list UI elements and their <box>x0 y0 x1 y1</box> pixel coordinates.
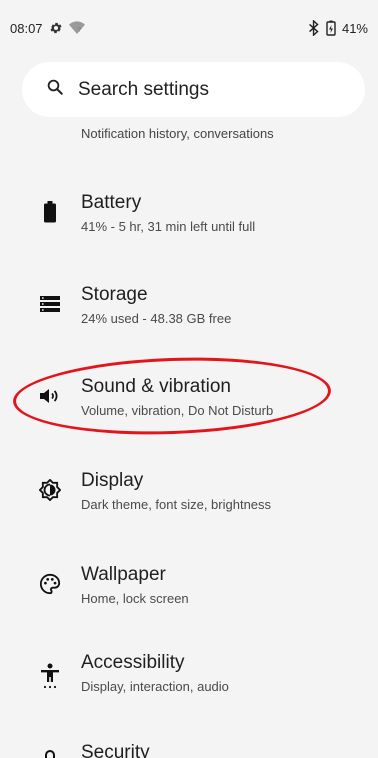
status-bar: 08:07 ? 41% <box>0 0 378 56</box>
item-title: Display <box>81 470 144 491</box>
item-subtitle: Volume, vibration, Do Not Disturb <box>81 403 274 418</box>
settings-item-storage[interactable]: Storage 24% used - 48.38 GB free <box>0 272 378 336</box>
settings-item-wallpaper[interactable]: Wallpaper Home, lock screen <box>0 552 378 616</box>
settings-item-security[interactable]: Security <box>0 742 378 758</box>
item-subtitle: Display, interaction, audio <box>81 679 229 694</box>
status-time: 08:07 <box>10 20 43 36</box>
search-placeholder: Search settings <box>78 78 209 100</box>
settings-item-sound-vibration[interactable]: Sound & vibration Volume, vibration, Do … <box>0 364 378 428</box>
search-bar[interactable]: Search settings <box>22 62 365 117</box>
bluetooth-icon <box>308 20 320 36</box>
lock-icon <box>44 748 56 758</box>
battery-charging-icon <box>326 20 336 36</box>
status-left: 08:07 ? <box>10 21 85 36</box>
brightness-icon <box>36 476 64 504</box>
accessibility-icon <box>36 662 64 690</box>
item-title: Security <box>81 742 150 758</box>
notifications-subtitle: Notification history, conversations <box>81 126 274 141</box>
item-subtitle: Home, lock screen <box>81 591 189 606</box>
search-icon <box>46 78 64 101</box>
status-right: 41% <box>308 20 368 36</box>
settings-item-battery[interactable]: Battery 41% - 5 hr, 31 min left until fu… <box>0 180 378 244</box>
item-subtitle: 24% used - 48.38 GB free <box>81 311 232 326</box>
item-title: Wallpaper <box>81 564 166 585</box>
item-title: Accessibility <box>81 652 185 673</box>
item-title: Sound & vibration <box>81 376 231 397</box>
item-title: Storage <box>81 284 148 305</box>
item-title: Battery <box>81 192 142 213</box>
settings-item-display[interactable]: Display Dark theme, font size, brightnes… <box>0 458 378 522</box>
battery-icon <box>36 198 64 226</box>
wifi-icon: ? <box>68 21 85 35</box>
item-subtitle: 41% - 5 hr, 31 min left until full <box>81 219 256 234</box>
settings-item-accessibility[interactable]: Accessibility Display, interaction, audi… <box>0 644 378 708</box>
battery-percent: 41% <box>341 20 368 36</box>
item-subtitle: Dark theme, font size, brightness <box>81 497 272 512</box>
notifications-item-partial[interactable]: Notification history, conversations <box>81 124 361 144</box>
palette-icon <box>36 570 64 598</box>
storage-icon <box>36 290 64 318</box>
gear-icon <box>49 21 63 35</box>
volume-icon <box>36 382 64 410</box>
